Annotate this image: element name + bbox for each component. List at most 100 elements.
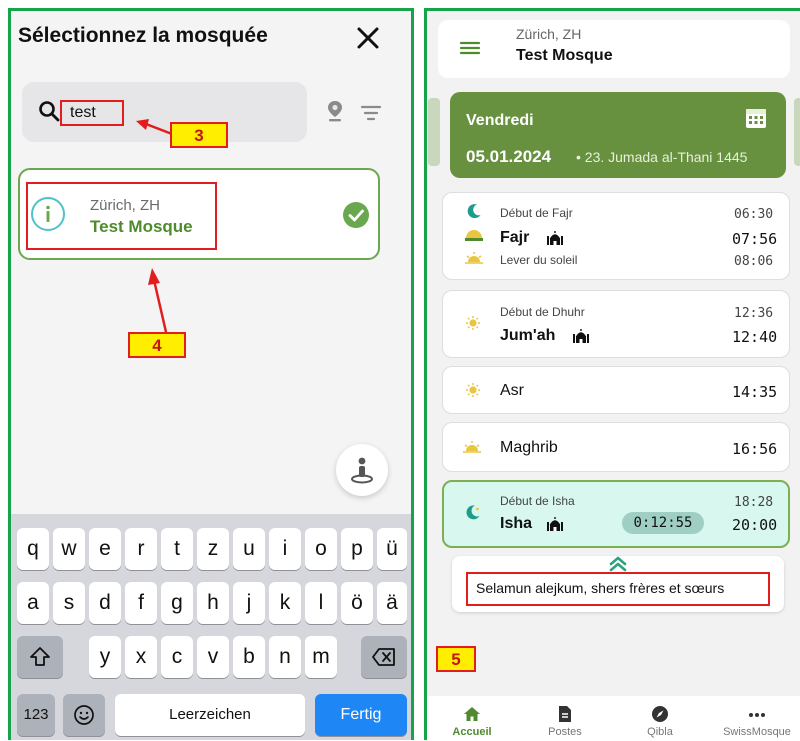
isha-start-label: Début de Isha	[500, 494, 575, 508]
key-j[interactable]: j	[233, 582, 265, 624]
key-p[interactable]: p	[341, 528, 373, 570]
nav-posts-label: Postes	[548, 726, 582, 738]
weekday: Vendredi	[466, 112, 534, 129]
isha-time: 20:00	[732, 516, 778, 534]
key-d[interactable]: d	[89, 582, 121, 624]
next-day-card-peek[interactable]	[794, 98, 800, 166]
nav-home-label: Accueil	[452, 726, 492, 738]
home-icon	[464, 707, 480, 721]
key-o-umlaut[interactable]: ö	[341, 582, 373, 624]
dhuhr-start-label: Début de Dhuhr	[500, 305, 585, 319]
dhuhr-name: Jum'ah	[500, 327, 556, 344]
nav-qibla-label: Qibla	[647, 726, 673, 738]
fajr-time: 07:56	[732, 230, 778, 248]
sunrise-label: Lever du soleil	[500, 253, 578, 267]
fajr-name: Fajr	[500, 229, 530, 246]
key-v[interactable]: v	[197, 636, 229, 678]
compass-icon	[652, 706, 668, 722]
key-t[interactable]: t	[161, 528, 193, 570]
sun-icon	[465, 382, 481, 398]
isha-name: Isha	[500, 515, 533, 532]
key-a-umlaut[interactable]: ä	[377, 582, 407, 624]
nav-home[interactable]: Accueil	[432, 696, 512, 740]
key-k[interactable]: k	[269, 582, 301, 624]
annotation-marker-5: 5	[436, 646, 476, 672]
key-y[interactable]: y	[89, 636, 121, 678]
backspace-key[interactable]	[361, 636, 407, 678]
nav-posts[interactable]: Postes	[525, 696, 605, 740]
emoji-icon	[74, 705, 94, 725]
locate-me-button[interactable]	[336, 444, 388, 496]
annotation-marker-3: 3	[170, 122, 228, 148]
crescent-moon-icon	[466, 203, 482, 219]
person-location-icon	[351, 457, 373, 484]
asr-name: Asr	[500, 382, 524, 399]
countdown-badge: 0:12:55	[622, 512, 704, 534]
nav-qibla[interactable]: Qibla	[620, 696, 700, 740]
mosque-iqama-icon	[546, 230, 564, 246]
annotation-marker-4: 4	[128, 332, 186, 358]
key-h[interactable]: h	[197, 582, 229, 624]
key-l[interactable]: l	[305, 582, 337, 624]
sunset-icon	[462, 440, 482, 454]
key-n[interactable]: n	[269, 636, 301, 678]
done-key[interactable]: Fertig	[315, 694, 407, 736]
backspace-icon	[372, 648, 395, 666]
dhuhr-start-time: 12:36	[734, 306, 774, 321]
prayer-card-isha-current[interactable]	[442, 480, 790, 548]
key-o[interactable]: o	[305, 528, 337, 570]
prayer-card-dhuhr[interactable]	[442, 290, 790, 358]
moon-star-icon	[465, 504, 481, 520]
maghrib-time: 16:56	[732, 440, 778, 458]
more-dots-icon	[749, 713, 765, 717]
mosque-iqama-icon	[546, 516, 564, 532]
key-a[interactable]: a	[17, 582, 49, 624]
sun-icon	[465, 315, 481, 331]
shift-key[interactable]	[17, 636, 63, 678]
key-u-umlaut[interactable]: ü	[377, 528, 407, 570]
header-card	[438, 20, 790, 78]
previous-day-card-peek[interactable]	[428, 98, 440, 166]
emoji-key[interactable]	[63, 694, 105, 736]
asr-time: 14:35	[732, 383, 778, 401]
calendar-icon[interactable]	[744, 106, 768, 130]
key-s[interactable]: s	[53, 582, 85, 624]
nav-more[interactable]: SwissMosque	[717, 696, 797, 740]
key-i[interactable]: i	[269, 528, 301, 570]
on-screen-keyboard: q w e r t z u i o p ü a s d f g h j k l …	[11, 514, 411, 740]
fajr-start-time: 06:30	[734, 207, 774, 222]
key-m[interactable]: m	[305, 636, 337, 678]
key-g[interactable]: g	[161, 582, 193, 624]
shift-icon	[30, 647, 50, 666]
gregorian-date: 05.01.2024	[466, 147, 552, 166]
isha-start-time: 18:28	[734, 495, 774, 510]
space-key[interactable]: Leerzeichen	[115, 694, 305, 736]
key-z[interactable]: z	[197, 528, 229, 570]
key-x[interactable]: x	[125, 636, 157, 678]
double-chevron-up-icon[interactable]	[608, 556, 628, 572]
key-u[interactable]: u	[233, 528, 265, 570]
numbers-key[interactable]: 123	[17, 694, 55, 736]
mosque-iqama-icon	[572, 328, 590, 344]
key-q[interactable]: q	[17, 528, 49, 570]
key-r[interactable]: r	[125, 528, 157, 570]
dhuhr-time: 12:40	[732, 328, 778, 346]
maghrib-name: Maghrib	[500, 439, 558, 456]
bottom-navigation: Accueil Postes Qibla SwissMosque	[427, 696, 800, 740]
nav-more-label: SwissMosque	[723, 726, 791, 738]
key-f[interactable]: f	[125, 582, 157, 624]
header-mosque-name: Test Mosque	[516, 47, 613, 64]
document-icon	[559, 706, 571, 722]
key-e[interactable]: e	[89, 528, 121, 570]
sunrise-icon	[464, 251, 484, 265]
header-city: Zürich, ZH	[516, 26, 582, 42]
key-c[interactable]: c	[161, 636, 193, 678]
fajr-start-label: Début de Fajr	[500, 206, 573, 220]
dawn-icon	[464, 228, 484, 242]
menu-icon[interactable]	[458, 38, 482, 58]
greeting-text: Selamun alejkum, shers frères et sœurs	[476, 580, 725, 596]
sunrise-time: 08:06	[734, 254, 774, 269]
key-w[interactable]: w	[53, 528, 85, 570]
hijri-date: • 23. Jumada al-Thani 1445	[576, 149, 748, 165]
key-b[interactable]: b	[233, 636, 265, 678]
